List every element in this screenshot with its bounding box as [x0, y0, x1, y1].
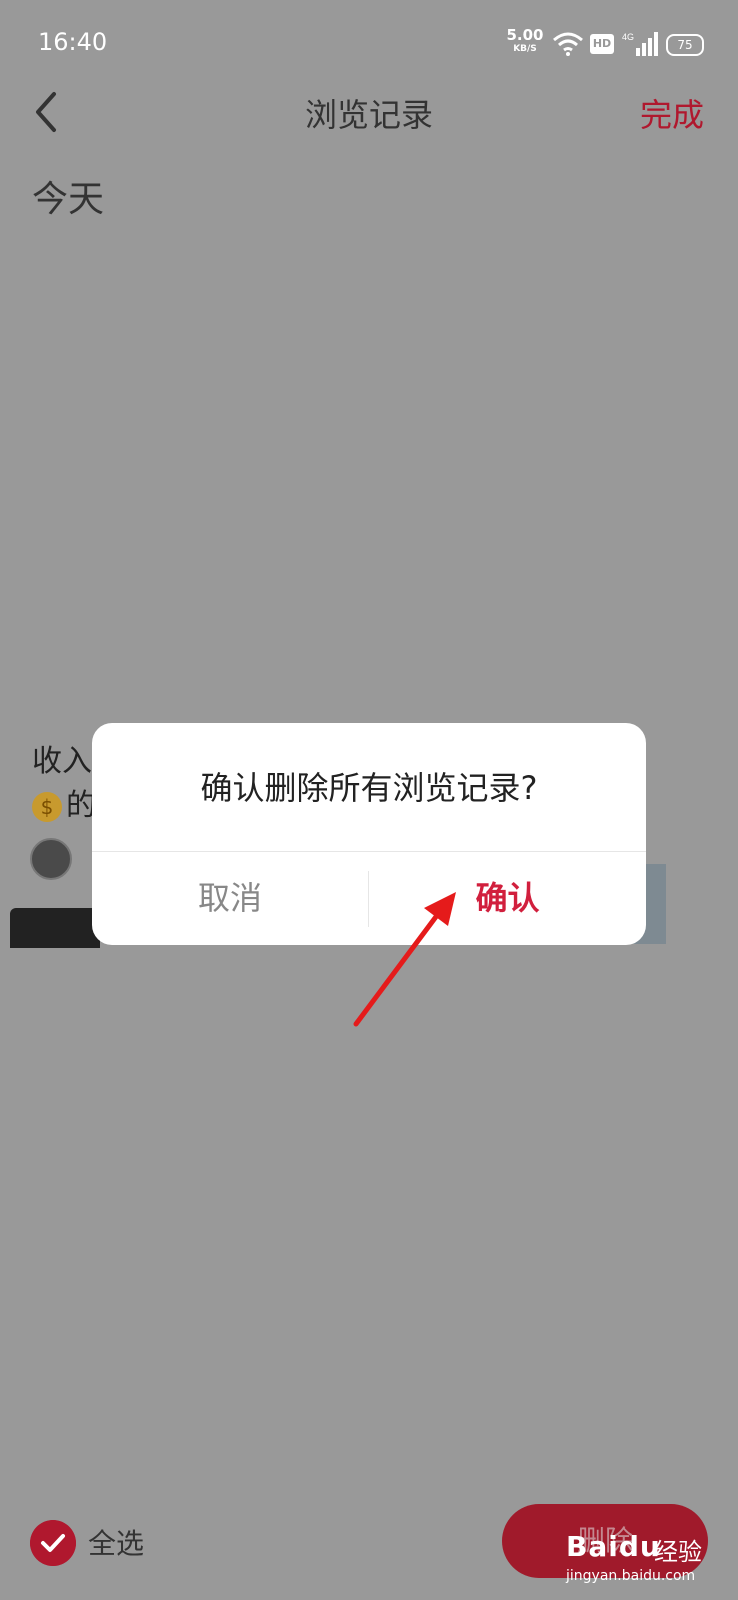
done-button[interactable]: 完成 [640, 90, 704, 136]
watermark-url: jingyan.baidu.com [566, 1568, 696, 1584]
select-all-check-icon[interactable] [30, 1520, 76, 1566]
confirm-button[interactable]: 确认 [369, 852, 646, 945]
select-all-label[interactable]: 全选 [88, 1522, 144, 1562]
watermark-text: 经验 [654, 1538, 702, 1566]
network-type: 4G [622, 32, 634, 42]
status-time: 16:40 [38, 28, 108, 56]
avatar [30, 838, 72, 880]
network-speed-value: 5.00 [506, 26, 544, 44]
cancel-button[interactable]: 取消 [92, 852, 368, 945]
wifi-icon [553, 32, 583, 56]
network-speed: 5.00 KB/S [505, 28, 545, 54]
dialog-message: 确认删除所有浏览记录? [200, 769, 538, 807]
network-speed-unit: KB/S [513, 44, 537, 54]
history-card-title: 收入 $ 的 [32, 740, 96, 828]
top-bar: 浏览记录 完成 [0, 90, 738, 180]
page-title: 浏览记录 [304, 96, 433, 134]
hd-icon: HD [590, 34, 614, 54]
baidu-watermark: Baidu 经验 jingyan.baidu.com [566, 1530, 736, 1590]
status-bar: 16:40 5.00 KB/S HD 4G 75 [0, 0, 738, 90]
signal-icon: 4G [622, 32, 658, 56]
card-photo [10, 908, 100, 948]
bottom-bar: 全选 删除 Baidu 经验 jingyan.baidu.com [0, 1490, 738, 1600]
confirm-dialog: 确认删除所有浏览记录? 取消 确认 [92, 723, 646, 945]
money-bag-icon: $ [32, 791, 62, 822]
section-today-label: 今天 [32, 179, 105, 220]
history-card-title-line1: 收入 [32, 744, 92, 779]
battery-icon: 75 [666, 34, 704, 56]
baidu-logo: Baidu [566, 1530, 661, 1563]
